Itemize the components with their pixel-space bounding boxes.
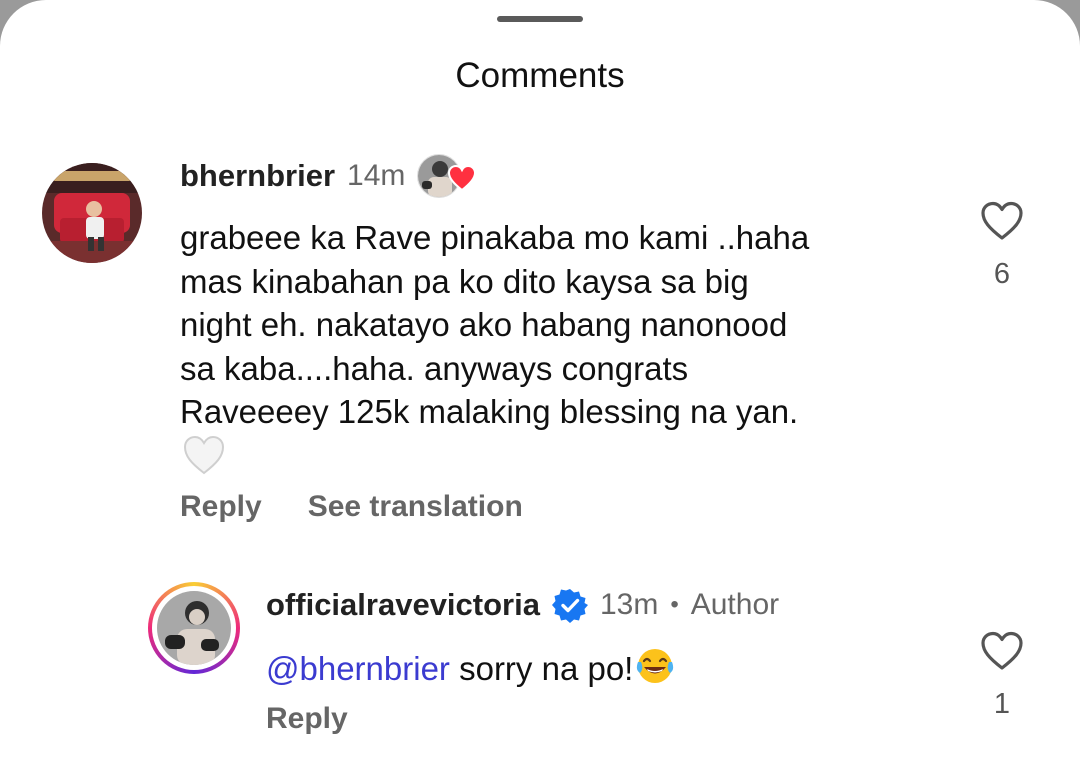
comment-body: grabeee ka Rave pinakaba mo kami ..haha …: [180, 216, 950, 434]
see-translation-button[interactable]: See translation: [308, 490, 523, 524]
comment-username[interactable]: bhernbrier: [180, 158, 335, 194]
drag-handle[interactable]: [497, 16, 583, 22]
like-control: 6: [972, 200, 1032, 291]
comment-header: officialravevictoria 13m • Author: [266, 584, 779, 626]
comment-username[interactable]: officialravevictoria: [266, 587, 540, 623]
comments-sheet: Comments bhernbrier 14m grabeee ka Rave …: [0, 0, 1080, 781]
comment-actions: Reply See translation: [180, 490, 523, 524]
mention-link[interactable]: @bhernbrier: [266, 650, 450, 687]
comment-line: grabeee ka Rave pinakaba mo kami ..haha: [180, 219, 810, 256]
red-heart-icon: [448, 164, 477, 192]
comment-time: 14m: [347, 159, 406, 192]
profile-photo: [157, 591, 231, 665]
verified-badge-icon: [551, 589, 588, 623]
comment-line: sa kaba....haha. anyways congrats: [180, 349, 689, 387]
face-with-tears-of-joy-emoji: [637, 649, 674, 683]
comment-text: sorry na po!: [459, 650, 634, 687]
separator-dot: •: [670, 591, 679, 618]
heart-outline-icon[interactable]: [979, 630, 1025, 672]
white-heart-emoji: [183, 435, 225, 475]
comment-body: @bhernbrier sorry na po!: [266, 646, 675, 691]
sheet-title: Comments: [455, 56, 625, 95]
reply-button[interactable]: Reply: [266, 702, 348, 736]
reply-button[interactable]: Reply: [180, 490, 262, 524]
comment-time: 13m: [599, 588, 659, 621]
comment-actions: Reply: [266, 702, 348, 736]
author-label: Author: [690, 588, 780, 621]
like-control: 1: [972, 630, 1032, 721]
avatar[interactable]: [42, 163, 142, 263]
like-count: 6: [993, 258, 1011, 290]
comment-line: Raveeeey 125k malaking blessing na yan.: [180, 393, 799, 430]
comment-line: mas kinabahan pa ko dito kaysa sa big: [180, 262, 749, 300]
comment-header: bhernbrier 14m: [180, 154, 477, 198]
like-count: 1: [993, 688, 1011, 720]
liked-by-author-badge: [417, 154, 477, 198]
comment-line: night eh. nakatayo ako habang nanonood: [180, 306, 788, 343]
profile-photo: [42, 163, 142, 263]
heart-outline-icon[interactable]: [979, 200, 1025, 242]
avatar[interactable]: [157, 591, 231, 665]
